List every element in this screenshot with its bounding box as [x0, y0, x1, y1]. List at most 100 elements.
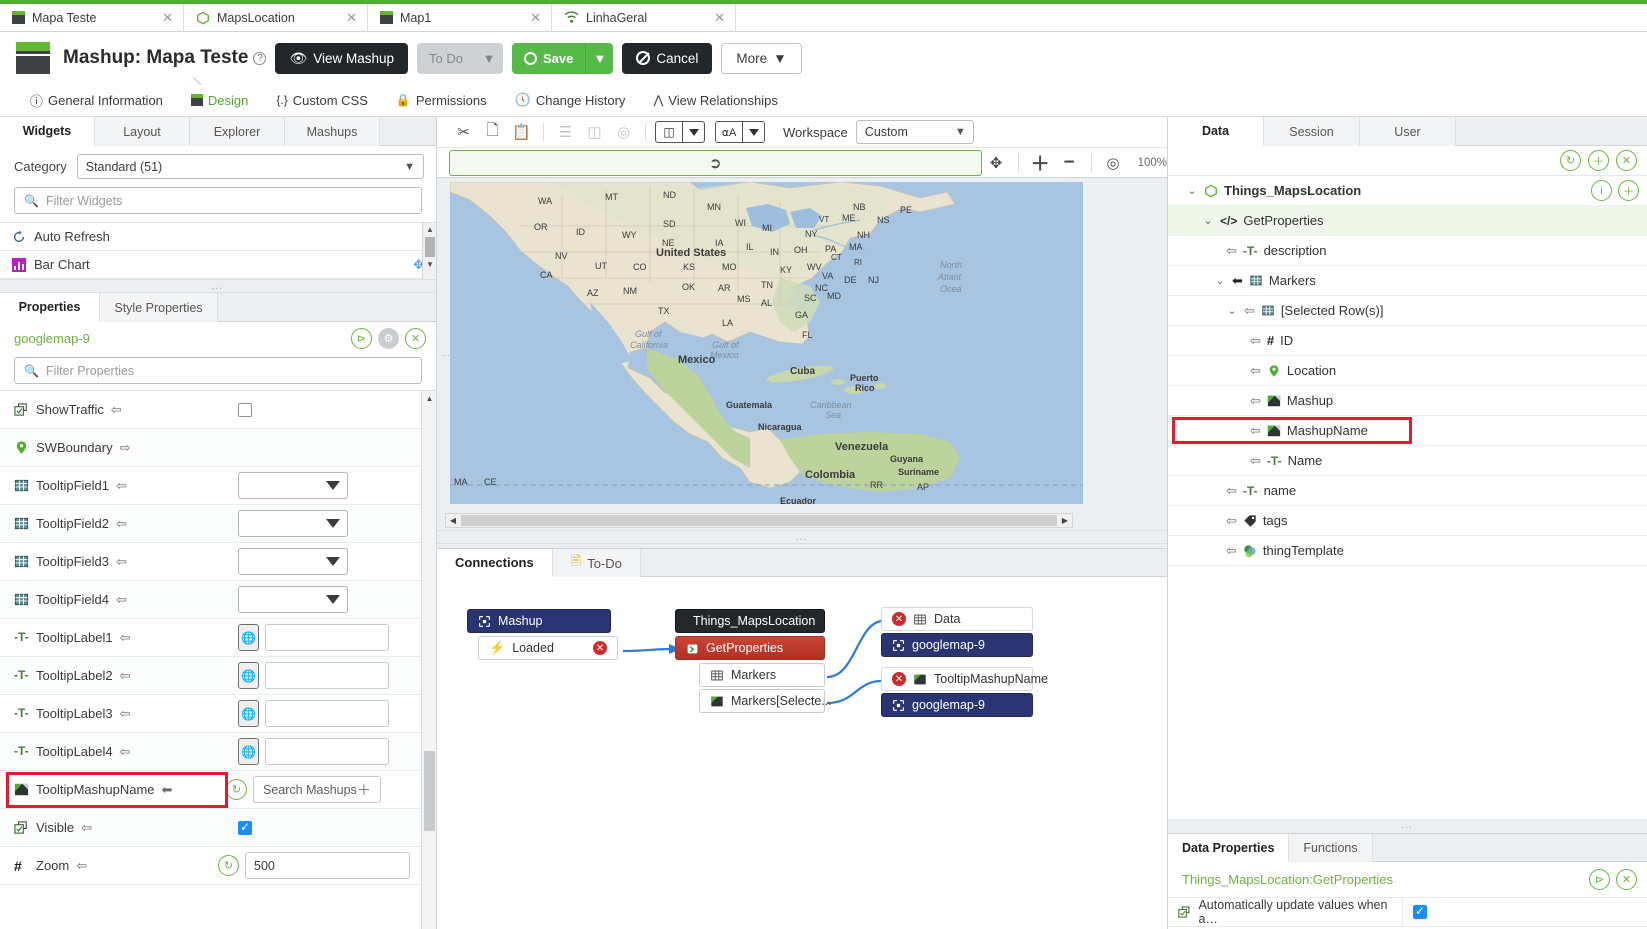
scroll-right-icon[interactable]: ▶ [1058, 514, 1072, 527]
subnav-permissions[interactable]: 🔒 Permissions [382, 84, 501, 117]
showtraffic-checkbox[interactable] [238, 403, 252, 417]
property-row-tooltiplabel2[interactable]: -T- TooltipLabel2 ⇦ 🌐 [0, 657, 436, 695]
chevron-down-icon[interactable]: ▼ [585, 43, 613, 74]
property-row-tooltiplabel1[interactable]: -T- TooltipLabel1 ⇦ 🌐 [0, 619, 436, 657]
refresh-icon[interactable]: ↻ [1560, 150, 1581, 171]
widget-list-scrollbar[interactable]: ▲ ▼ [422, 223, 436, 279]
tooltipfield4-dropdown[interactable] [238, 586, 348, 613]
property-row-tooltipfield2[interactable]: TooltipField2 ⇦ [0, 505, 436, 543]
tab-mashups[interactable]: Mashups [285, 117, 380, 146]
connection-node-tooltipmashupname[interactable]: ✕ TooltipMashupName [881, 667, 1033, 691]
plus-icon[interactable]: ＋ [357, 780, 371, 800]
entity-tab-mapa-teste[interactable]: Mapa Teste ✕ [0, 4, 184, 31]
property-row-tooltiplabel3[interactable]: -T- TooltipLabel3 ⇦ 🌐 [0, 695, 436, 733]
twisty-open-icon[interactable]: ⌄ [1202, 214, 1214, 227]
property-row-showtraffic[interactable]: ShowTraffic ⇦ [0, 391, 436, 429]
tree-item-markers[interactable]: ⌄ ⬅ Markers [1168, 266, 1647, 296]
tab-style-properties[interactable]: Style Properties [100, 293, 218, 322]
connection-node-data[interactable]: ✕ Data [881, 607, 1033, 631]
tree-item-selected-rows[interactable]: ⌄ ⇦ [Selected Row(s)] [1168, 296, 1647, 326]
auto-update-checkbox[interactable] [1413, 905, 1427, 919]
property-row-swboundary[interactable]: SWBoundary ⇨ [0, 429, 436, 467]
data-property-row-auto-update[interactable]: Automatically update values when a… [1168, 897, 1647, 926]
tab-properties[interactable]: Properties [0, 293, 100, 322]
entity-tab-mapslocation[interactable]: MapsLocation ✕ [184, 4, 368, 31]
share-icon[interactable]: ⊳ [351, 328, 372, 349]
properties-scrollbar[interactable]: ▲ ▼ [421, 391, 436, 929]
visible-checkbox[interactable] [238, 821, 252, 835]
data-panel-resize-grip[interactable]: … [1168, 819, 1647, 833]
tab-connections[interactable]: Connections [437, 549, 553, 577]
scroll-up-icon[interactable]: ▲ [422, 391, 436, 405]
chevron-down-icon[interactable] [742, 122, 764, 142]
select-arrow-icon[interactable]: ➲ [449, 150, 982, 176]
tab-data-properties[interactable]: Data Properties [1168, 834, 1289, 862]
subnav-change-history[interactable]: 🕔 Change History [501, 84, 640, 117]
localization-globe-icon[interactable]: 🌐 [238, 624, 259, 651]
property-row-tooltiplabel4[interactable]: -T- TooltipLabel4 ⇦ 🌐 [0, 733, 436, 771]
close-icon[interactable]: ✕ [346, 10, 357, 26]
tab-data[interactable]: Data [1168, 117, 1264, 146]
copy-icon[interactable]: 🗋 [478, 119, 507, 145]
remove-binding-icon[interactable]: ✕ [892, 612, 906, 626]
localization-globe-icon[interactable]: 🌐 [238, 662, 259, 689]
share-icon[interactable]: ⊳ [1589, 869, 1610, 890]
tree-item-things-mapslocation[interactable]: ⌄ Things_MapsLocation i ＋ [1168, 176, 1647, 206]
filter-widgets-input[interactable]: 🔍 Filter Widgets [14, 187, 422, 214]
localization-globe-icon[interactable]: 🌐 [238, 738, 259, 765]
panel-resize-grip[interactable]: … [0, 279, 436, 293]
widget-item-bar-chart[interactable]: Bar Chart ✥ [0, 251, 436, 279]
connection-node-things-mapslocation[interactable]: Things_MapsLocation [675, 609, 825, 633]
close-icon[interactable]: ✕ [1616, 869, 1637, 890]
align-icon[interactable]: ☰ [551, 119, 580, 145]
cancel-button[interactable]: Cancel [622, 43, 712, 74]
close-icon[interactable]: ✕ [162, 10, 173, 26]
view-mashup-button[interactable]: 👁 View Mashup [275, 43, 408, 74]
chevron-down-icon[interactable]: ▼ [475, 43, 503, 74]
connection-node-getproperties[interactable]: GetProperties [675, 636, 825, 660]
minus-icon[interactable]: − [1055, 150, 1084, 176]
category-select[interactable]: Standard (51) ▼ [77, 154, 424, 179]
save-button[interactable]: Save ▼ [512, 43, 613, 74]
tab-session[interactable]: Session [1264, 117, 1360, 146]
add-icon[interactable]: ＋ [1588, 150, 1609, 171]
distribute-icon[interactable]: ◫ [580, 119, 609, 145]
layout-dropdown[interactable]: ◫ [655, 121, 705, 143]
workspace-select[interactable]: Custom ▼ [856, 120, 974, 144]
property-row-tooltipmashupname[interactable]: TooltipMashupName ⬅ ↻ Search Mashups ＋ [0, 771, 436, 809]
tooltiplabel4-input[interactable] [265, 738, 389, 765]
target-icon[interactable]: ◎ [1099, 150, 1128, 176]
tooltiplabel3-input[interactable] [265, 700, 389, 727]
scroll-thumb[interactable] [425, 237, 435, 257]
tree-item-tags[interactable]: ⇦ tags [1168, 506, 1647, 536]
search-mashups-button[interactable]: Search Mashups ＋ [253, 776, 381, 803]
tooltiplabel1-input[interactable] [265, 624, 389, 651]
paste-icon[interactable]: 📋 [507, 119, 536, 145]
remove-binding-icon[interactable]: ✕ [892, 672, 906, 686]
center-icon[interactable]: ◎ [609, 119, 638, 145]
tree-item-name[interactable]: ⇦ -T- Name [1168, 446, 1647, 476]
refresh-icon[interactable]: ↻ [218, 855, 239, 876]
todo-button[interactable]: To Do ▼ [417, 43, 503, 74]
connection-node-markers-selected[interactable]: Markers[Selecte... [699, 689, 825, 713]
refresh-icon[interactable]: ↻ [226, 779, 247, 800]
zoom-input[interactable]: 500 [245, 852, 410, 879]
subnav-general-information[interactable]: ⓘ General Information [16, 84, 177, 117]
tree-item-getproperties[interactable]: ⌄ </> GetProperties [1168, 206, 1647, 236]
tree-item-thingtemplate[interactable]: ⇦ thingTemplate [1168, 536, 1647, 566]
property-row-tooltipfield1[interactable]: TooltipField1 ⇦ [0, 467, 436, 505]
subnav-custom-css[interactable]: {.} Custom CSS [262, 84, 382, 117]
close-icon[interactable]: ✕ [714, 10, 725, 26]
tab-todo[interactable]: 🖹 To-Do [553, 549, 641, 577]
remove-icon[interactable]: ✕ [1616, 150, 1637, 171]
move-icon[interactable]: ✥ [982, 150, 1011, 176]
tab-functions[interactable]: Functions [1289, 834, 1372, 862]
cut-icon[interactable]: ✂ [449, 119, 478, 145]
canvas-resize-grip[interactable]: … [437, 530, 1167, 544]
scroll-up-icon[interactable]: ▲ [423, 223, 437, 236]
property-row-tooltipfield4[interactable]: TooltipField4 ⇦ [0, 581, 436, 619]
twisty-open-icon[interactable]: ⌄ [1186, 184, 1198, 197]
localization-globe-icon[interactable]: 🌐 [238, 700, 259, 727]
google-map-widget[interactable]: WAMTNDMNORIDWYSDWIMINEIANYVTMENBPENSNHNV… [450, 182, 1083, 504]
close-icon[interactable]: ✕ [530, 10, 541, 26]
